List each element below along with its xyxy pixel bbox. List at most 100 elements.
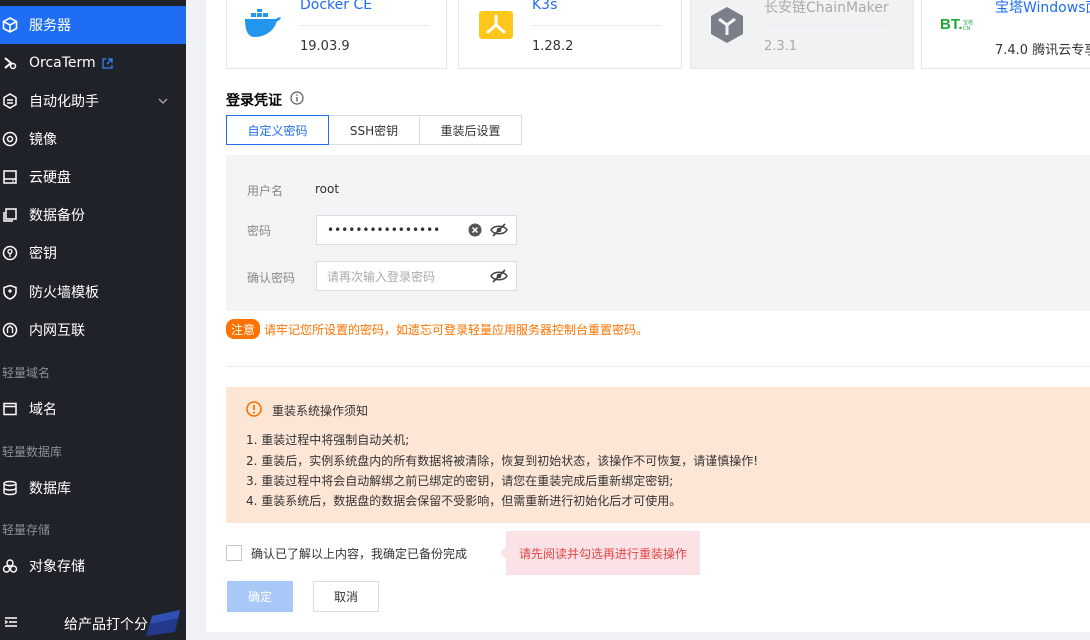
- sidebar-item-automation[interactable]: 自动化助手: [0, 82, 186, 120]
- sidebar-item-object-storage[interactable]: 对象存储: [0, 547, 186, 585]
- confirm-password-placeholder: 请再次输入登录密码: [327, 269, 436, 284]
- sidebar-item-label: 域名: [29, 402, 57, 418]
- terminal-icon: [1, 54, 19, 72]
- image-name: 宝塔Windows面: [995, 0, 1090, 16]
- confirm-row: 确认已了解以上内容，我确定已备份完成 请先阅读并勾选再进行重装操作: [226, 531, 700, 575]
- sidebar-item-label: 数据备份: [29, 208, 85, 224]
- sidebar-item-label: 密钥: [29, 246, 57, 262]
- domain-icon: [1, 400, 19, 418]
- image-card-chainmaker: 长安链ChainMaker 2.3.1: [690, 0, 914, 69]
- warning-line: 3. 重装过程中将会自动解绑之前已绑定的密钥，请您在重装完成后重新绑定密钥;: [246, 474, 674, 488]
- sidebar-item-label: 自动化助手: [29, 94, 99, 110]
- image-version: 2.3.1: [764, 39, 798, 54]
- notice-tag: 注意: [226, 319, 261, 339]
- card-divider: [300, 25, 430, 26]
- network-icon: [1, 321, 19, 339]
- image-name: K3s: [532, 0, 558, 13]
- sidebar-item-label: 服务器: [29, 18, 71, 34]
- tab-post-reinstall-settings[interactable]: 重装后设置: [419, 115, 522, 145]
- image-version: 1.28.2: [532, 39, 574, 54]
- image-version: 7.4.0 腾讯云专享: [995, 43, 1090, 58]
- svg-text:CN: CN: [963, 26, 971, 32]
- info-icon[interactable]: [290, 91, 304, 109]
- hide-password-icon[interactable]: [490, 269, 508, 286]
- image-card-docker[interactable]: Docker CE 19.03.9: [226, 0, 447, 69]
- warning-title: 重装系统操作须知: [246, 401, 368, 420]
- image-icon: [1, 130, 19, 148]
- validation-tooltip: 请先阅读并勾选再进行重装操作: [500, 531, 700, 575]
- object-storage-icon: [1, 557, 19, 575]
- card-divider: [532, 25, 662, 26]
- svg-text:宝塔: 宝塔: [963, 19, 973, 26]
- main-panel: Docker CE 19.03.9 K3s 1.28.2 长安链ChainMak…: [206, 0, 1090, 632]
- disk-icon: [1, 168, 19, 186]
- sidebar-item-label: 数据库: [29, 481, 71, 497]
- tab-custom-password[interactable]: 自定义密码: [226, 115, 329, 145]
- bt-logo-icon: BT. 宝塔 CN: [940, 13, 976, 39]
- clear-input-icon[interactable]: [468, 223, 482, 240]
- sidebar-item-database[interactable]: 数据库: [0, 469, 186, 507]
- sidebar-item-key[interactable]: 密钥: [0, 234, 186, 272]
- svg-text:BT.: BT.: [940, 16, 963, 33]
- sidebar-item-domain[interactable]: 域名: [0, 390, 186, 428]
- sidebar-item-backup[interactable]: 数据备份: [0, 196, 186, 234]
- section-title-text: 登录凭证: [226, 93, 282, 109]
- nav-group-domain: 轻量域名: [2, 366, 51, 380]
- nav-group-database: 轻量数据库: [2, 445, 63, 459]
- image-name: 长安链ChainMaker: [764, 0, 889, 16]
- tab-ssh-key[interactable]: SSH密钥: [328, 115, 420, 145]
- sidebar-item-label: 云硬盘: [29, 170, 71, 186]
- confirm-checkbox[interactable]: [226, 545, 242, 561]
- confirm-password-input[interactable]: 请再次输入登录密码: [316, 261, 517, 291]
- password-label: 密码: [247, 224, 272, 238]
- feedback-flag-icon: [142, 608, 182, 640]
- firewall-icon: [1, 283, 19, 301]
- warning-line: 1. 重装过程中将强制自动关机;: [246, 433, 410, 447]
- sidebar-item-label: OrcaTerm: [29, 55, 96, 71]
- sidebar-item-image[interactable]: 镜像: [0, 120, 186, 158]
- docker-logo-icon: [243, 8, 283, 49]
- database-icon: [1, 479, 19, 497]
- rate-product-label: 给产品打个分: [64, 617, 148, 633]
- external-link-icon: [102, 57, 113, 69]
- image-name: Docker CE: [300, 0, 373, 13]
- confirm-label: 确认已了解以上内容，我确定已备份完成: [251, 546, 468, 561]
- notice-text: 请牢记您所设置的密码，如遗忘可登录轻量应用服务器控制台重置密码。: [264, 322, 649, 337]
- backup-icon: [1, 206, 19, 224]
- sidebar-item-network[interactable]: 内网互联: [0, 311, 186, 349]
- chainmaker-logo-icon: [709, 5, 745, 49]
- collapse-menu-icon[interactable]: [4, 615, 18, 633]
- password-input[interactable]: ••••••••••••••••: [316, 215, 517, 245]
- sidebar-item-firewall[interactable]: 防火墙模板: [0, 273, 186, 311]
- image-card-bt[interactable]: BT. 宝塔 CN 宝塔Windows面 7.4.0 腾讯云专享: [921, 0, 1090, 69]
- warning-line: 2. 重装后，实例系统盘内的所有数据将被清除，恢复到初始状态，该操作不可恢复，请…: [246, 454, 759, 468]
- confirm-password-label: 确认密码: [247, 271, 296, 285]
- login-credentials-title: 登录凭证: [226, 90, 304, 110]
- sidebar: 服务器 OrcaTerm 自动化助手 镜像 云硬盘 数据备份 密钥 防火墙模板 …: [0, 0, 186, 640]
- warning-line: 4. 重装系统后，数据盘的数据会保留不受影响，但需重新进行初始化后才可使用。: [246, 494, 682, 508]
- credential-form: 用户名 root 密码 •••••••••••••••• 确认密码 请再次输入登…: [226, 155, 1090, 311]
- password-value: ••••••••••••••••: [327, 223, 441, 237]
- sidebar-item-orcaterm[interactable]: OrcaTerm: [0, 44, 186, 82]
- password-notice: 注意 请牢记您所设置的密码，如遗忘可登录轻量应用服务器控制台重置密码。: [226, 319, 648, 339]
- key-icon: [1, 244, 19, 262]
- hide-password-icon[interactable]: [490, 223, 508, 240]
- sidebar-item-disk[interactable]: 云硬盘: [0, 158, 186, 196]
- server-icon: [1, 16, 19, 34]
- image-card-k3s[interactable]: K3s 1.28.2: [458, 0, 682, 69]
- username-label: 用户名: [247, 184, 284, 198]
- credential-tabs: 自定义密码 SSH密钥 重装后设置: [226, 115, 522, 145]
- chevron-down-icon: [158, 94, 168, 110]
- confirm-button[interactable]: 确定: [227, 581, 293, 612]
- sidebar-item-label: 对象存储: [29, 559, 85, 575]
- warning-title-text: 重装系统操作须知: [272, 404, 369, 418]
- sidebar-item-label: 防火墙模板: [29, 285, 99, 301]
- sidebar-footer: 给产品打个分: [0, 606, 186, 640]
- username-value: root: [315, 182, 340, 196]
- cancel-button[interactable]: 取消: [313, 581, 379, 612]
- k3s-logo-icon: [479, 11, 513, 43]
- sidebar-item-label: 内网互联: [29, 323, 85, 339]
- divider: [226, 366, 1090, 367]
- sidebar-item-server[interactable]: 服务器: [0, 6, 186, 44]
- automation-icon: [1, 92, 19, 110]
